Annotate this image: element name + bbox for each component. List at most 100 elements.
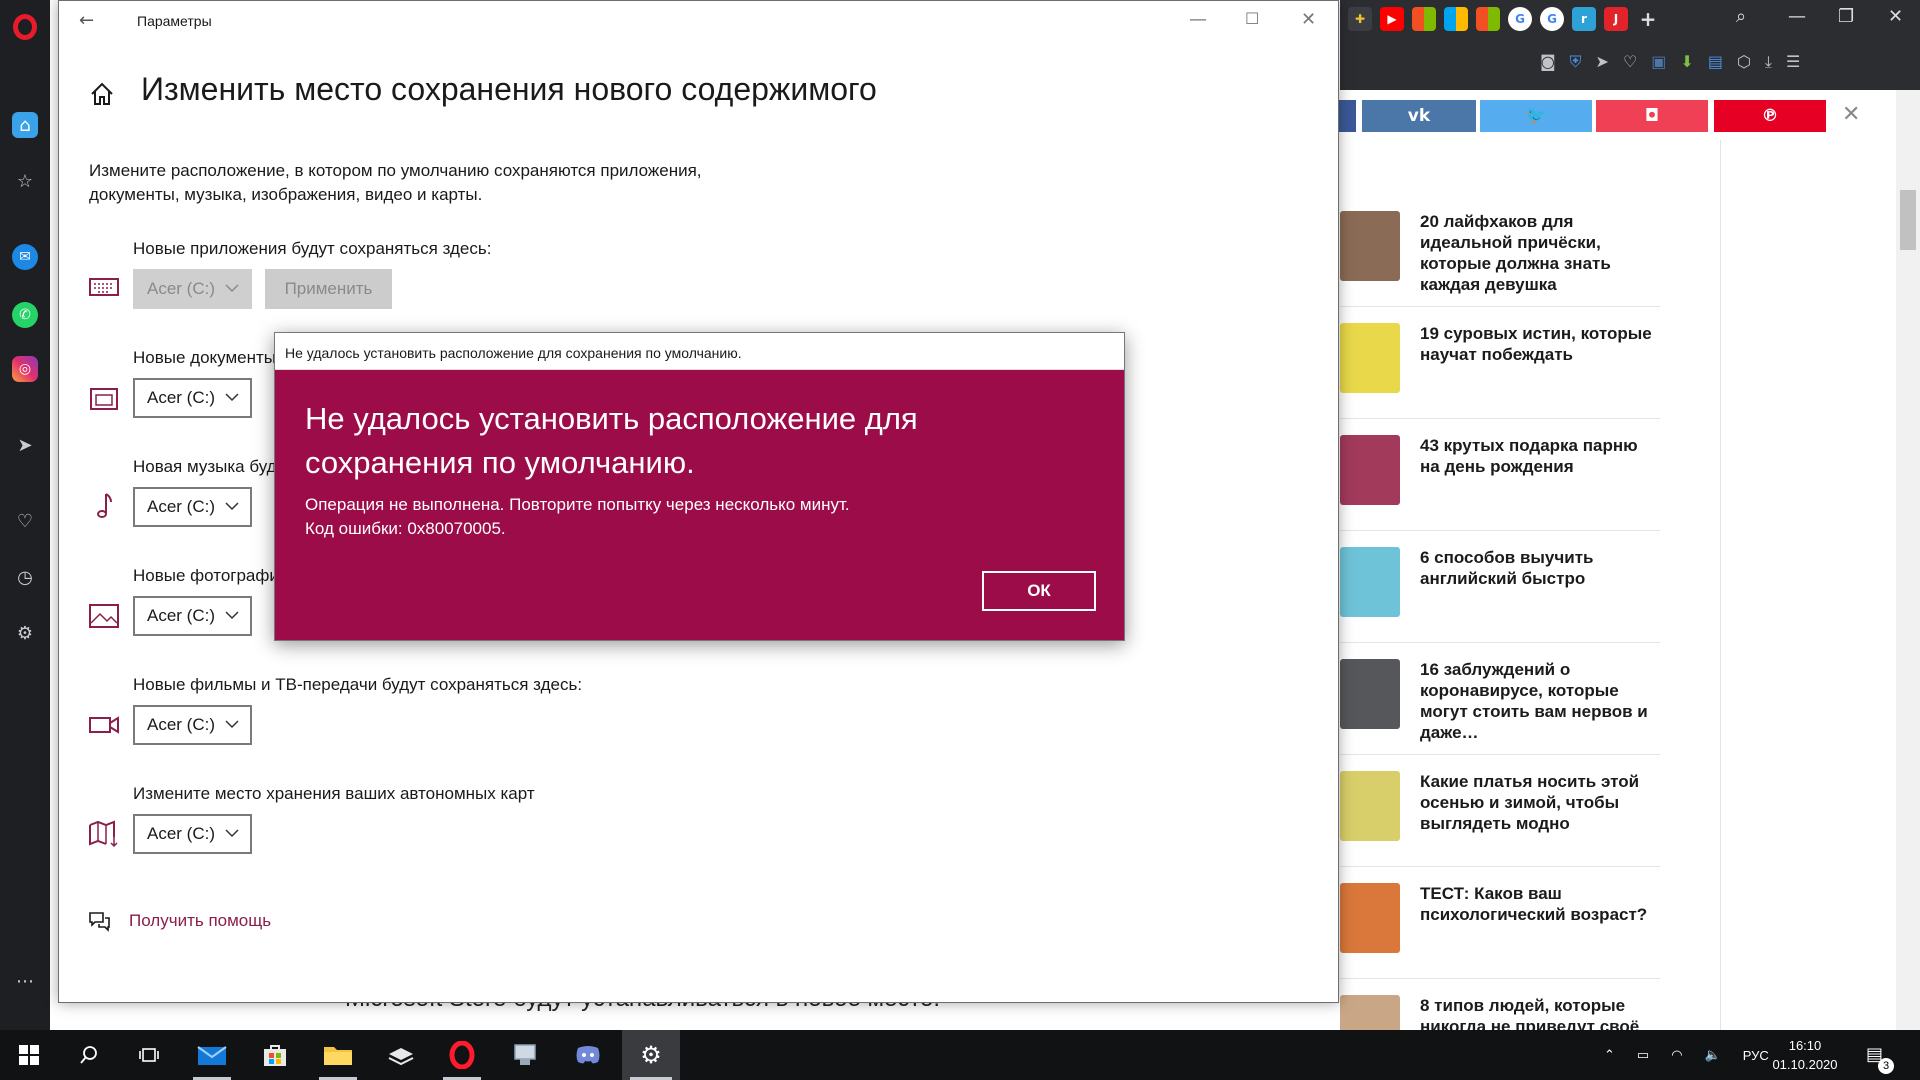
chevron-up-icon[interactable]: ⌃ (1604, 1047, 1615, 1063)
send-icon[interactable]: ➤ (1596, 52, 1609, 72)
divider (1720, 140, 1721, 1030)
taskbar-store[interactable] (250, 1030, 300, 1080)
taskbar-discord[interactable] (563, 1030, 613, 1080)
page-scrollbar[interactable] (1896, 90, 1920, 1030)
tab-google-icon[interactable]: G (1508, 7, 1532, 31)
share-vk-button[interactable]: vk (1362, 100, 1476, 132)
ok-button[interactable]: ОК (982, 571, 1096, 611)
new-tab-icon[interactable]: + (1636, 7, 1660, 31)
list-item[interactable]: Какие платья носить этой осенью и зимой,… (1340, 755, 1660, 867)
maps-drive-dropdown[interactable]: Acer (C:) (133, 814, 252, 854)
list-item[interactable]: ТЕСТ: Каков ваш психологический возраст? (1340, 867, 1660, 979)
share-pinterest-button[interactable]: ℗ (1714, 100, 1826, 132)
get-help-link[interactable]: Получить помощь (129, 911, 271, 931)
dropdown-value: Acer (C:) (147, 606, 215, 625)
more-icon[interactable]: ⋯ (12, 968, 38, 994)
volume-icon[interactable]: 🔈 (1705, 1047, 1721, 1063)
vk-icon[interactable]: ▣ (1651, 52, 1666, 72)
apply-button[interactable]: Применить (265, 269, 392, 309)
share-twitter-button[interactable]: 🐦 (1480, 100, 1592, 132)
task-view-button[interactable] (124, 1030, 174, 1080)
close-icon[interactable]: ✕ (1301, 9, 1316, 30)
music-note-icon (97, 493, 112, 518)
maximize-icon[interactable]: ☐ (1245, 9, 1259, 28)
music-location-label: Новая музыка буд (133, 457, 277, 476)
article-title[interactable]: ТЕСТ: Каков ваш психологический возраст? (1420, 883, 1660, 925)
article-title[interactable]: 19 суровых истин, которые научат побежда… (1420, 323, 1660, 365)
share-facebook-button[interactable] (1336, 100, 1356, 132)
minimize-icon[interactable]: — (1189, 9, 1207, 30)
translate-icon[interactable]: ▤ (1708, 52, 1723, 72)
download-arrow-icon[interactable]: ⬇ (1680, 52, 1693, 72)
tab-youtube-icon[interactable]: ▶ (1380, 7, 1404, 31)
list-item[interactable]: 20 лайфхаков для идеальной причёски, кот… (1340, 195, 1660, 307)
article-thumbnail (1340, 211, 1400, 281)
downloads-icon[interactable]: ⤓ (1765, 52, 1772, 72)
list-item[interactable]: 19 суровых истин, которые научат побежда… (1340, 307, 1660, 419)
documents-drive-dropdown[interactable]: Acer (C:) (133, 378, 252, 418)
tab-site-icon[interactable]: J (1604, 7, 1628, 31)
tab-google-icon[interactable]: G (1540, 7, 1564, 31)
tab-joomla-icon[interactable]: ✚ (1348, 7, 1372, 31)
taskbar-app[interactable] (376, 1030, 426, 1080)
scrollbar-thumb[interactable] (1900, 190, 1916, 250)
article-title[interactable]: 6 способов выучить английский быстро (1420, 547, 1660, 589)
cube-icon[interactable]: ⬡ (1737, 52, 1751, 72)
menu-icon[interactable]: ☰ (1786, 52, 1800, 72)
article-title[interactable]: 8 типов людей, которые никогда не привед… (1420, 995, 1660, 1030)
home-icon[interactable]: ⌂ (12, 112, 38, 138)
wifi-icon[interactable]: ◠ (1671, 1047, 1682, 1063)
battery-icon[interactable]: ▭ (1637, 1047, 1649, 1063)
settings-icon[interactable]: ⚙ (12, 620, 38, 646)
page-title: Изменить место сохранения нового содержи… (141, 71, 877, 107)
article-title[interactable]: 43 крутых подарка парню на день рождения (1420, 435, 1660, 477)
heart-icon[interactable]: ♡ (12, 508, 38, 534)
search-button[interactable] (64, 1030, 114, 1080)
whatsapp-icon[interactable]: ✆ (12, 302, 38, 328)
star-icon[interactable]: ☆ (12, 168, 38, 194)
taskbar-opera[interactable] (437, 1030, 487, 1080)
send-icon[interactable]: ➤ (12, 432, 38, 458)
close-share-icon[interactable]: ✕ (1842, 102, 1860, 127)
messenger-icon[interactable]: ✉ (12, 244, 38, 270)
taskbar-settings[interactable]: ⚙ (622, 1030, 680, 1080)
tab-microsoft-icon[interactable] (1476, 7, 1500, 31)
apps-drive-dropdown[interactable]: Acer (C:) (133, 269, 252, 309)
article-thumbnail (1340, 547, 1400, 617)
tab-microsoft-icon[interactable] (1444, 7, 1468, 31)
taskbar-file-explorer[interactable] (313, 1030, 363, 1080)
tab-site-icon[interactable]: r (1572, 7, 1596, 31)
tab-microsoft-icon[interactable] (1412, 7, 1436, 31)
close-browser-icon[interactable]: ✕ (1888, 6, 1903, 27)
movies-drive-dropdown[interactable]: Acer (C:) (133, 705, 252, 745)
article-title[interactable]: 20 лайфхаков для идеальной причёски, кот… (1420, 211, 1660, 295)
article-title[interactable]: 16 заблуждений о коронавирусе, которые м… (1420, 659, 1660, 743)
taskbar-mail[interactable] (187, 1030, 237, 1080)
list-item[interactable]: 8 типов людей, которые никогда не привед… (1340, 979, 1660, 1030)
clock-time: 16:10 (1788, 1038, 1822, 1053)
photos-drive-dropdown[interactable]: Acer (C:) (133, 596, 252, 636)
page-description: Измените расположение, в котором по умол… (89, 161, 702, 204)
heart-icon[interactable]: ♡ (1623, 52, 1637, 72)
opera-logo-icon[interactable] (13, 14, 37, 40)
list-item[interactable]: 6 способов выучить английский быстро (1340, 531, 1660, 643)
instagram-icon[interactable]: ◎ (12, 356, 38, 382)
history-icon[interactable]: ◷ (12, 564, 38, 590)
camera-icon[interactable]: ◙ (1540, 52, 1556, 72)
music-drive-dropdown[interactable]: Acer (C:) (133, 487, 252, 527)
share-pocket-button[interactable]: ◘ (1596, 100, 1708, 132)
article-title[interactable]: Какие платья носить этой осенью и зимой,… (1420, 771, 1660, 834)
start-button[interactable] (4, 1030, 54, 1080)
clock[interactable]: 16:10 01.10.2020 (1760, 1036, 1850, 1074)
restore-icon[interactable]: ❐ (1838, 6, 1854, 27)
taskbar-app[interactable] (500, 1030, 550, 1080)
list-item[interactable]: 43 крутых подарка парню на день рождения (1340, 419, 1660, 531)
list-item[interactable]: 16 заблуждений о коронавирусе, которые м… (1340, 643, 1660, 755)
shield-icon[interactable]: ⛨ (1570, 52, 1582, 72)
folder-icon (324, 1047, 352, 1065)
minimize-icon[interactable]: — (1788, 6, 1806, 27)
home-icon[interactable] (89, 81, 115, 107)
dropdown-value: Acer (C:) (147, 497, 215, 516)
search-tabs-icon[interactable]: ⌕ (1736, 6, 1746, 27)
back-arrow-icon[interactable]: ← (79, 10, 94, 31)
